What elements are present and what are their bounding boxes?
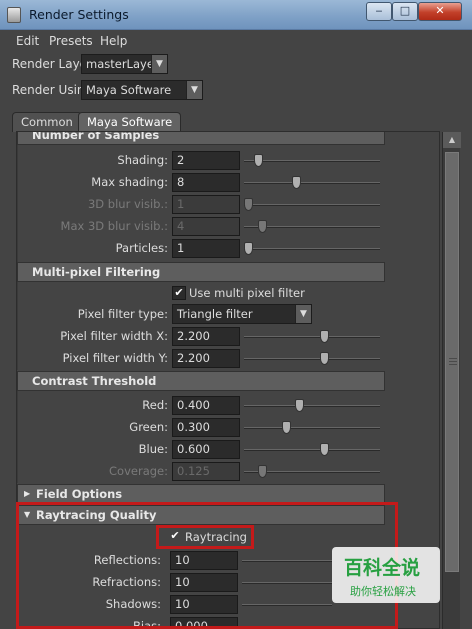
field-input: 1 xyxy=(172,195,240,214)
scroll-up-arrow-icon[interactable]: ▲ xyxy=(443,132,461,148)
slider-thumb[interactable] xyxy=(295,399,304,412)
menu-presets[interactable]: Presets xyxy=(49,34,93,48)
vertical-scrollbar[interactable]: ▲ xyxy=(442,132,461,629)
pixel-filter-width-y-input[interactable]: 2.200 xyxy=(172,349,240,368)
multipixel-body: ✔ Use multi pixel filter Pixel filter ty… xyxy=(17,282,385,370)
pixel-filter-width-x-label: Pixel filter width X: xyxy=(60,329,168,343)
field-slider[interactable] xyxy=(244,154,380,167)
maximize-button[interactable]: □ xyxy=(392,2,418,21)
field-input[interactable]: 1 xyxy=(172,239,240,258)
slider-thumb xyxy=(258,465,267,478)
field-label: Shading: xyxy=(117,153,168,167)
watermark-logo: 百科全说 助你轻松解决 xyxy=(332,547,440,603)
field-slider[interactable] xyxy=(244,399,380,412)
chevron-down-icon: ▼ xyxy=(151,55,167,73)
pixel-filter-width-x-slider[interactable] xyxy=(244,330,380,343)
render-using-value: Maya Software xyxy=(86,83,172,97)
pixel-filter-type-value: Triangle filter xyxy=(177,307,253,321)
field-slider[interactable] xyxy=(244,176,380,189)
field-input[interactable]: 0.600 xyxy=(172,440,240,459)
field-label: Green: xyxy=(129,420,168,434)
use-multi-pixel-filter-checkbox[interactable]: ✔ xyxy=(172,286,186,300)
section-title: Multi-pixel Filtering xyxy=(32,265,161,279)
field-label: Red: xyxy=(142,398,168,412)
section-contrast-threshold[interactable]: Contrast Threshold xyxy=(17,371,385,391)
tab-common[interactable]: Common xyxy=(12,112,82,132)
field-label: Max 3D blur visib.: xyxy=(60,219,168,233)
field-input[interactable]: 0.400 xyxy=(172,396,240,415)
section-title: Contrast Threshold xyxy=(32,374,157,388)
maya-app-icon xyxy=(7,7,21,23)
slider-thumb[interactable] xyxy=(320,330,329,343)
field-input: 0.125 xyxy=(172,462,240,481)
pixel-filter-width-y-slider[interactable] xyxy=(244,352,380,365)
field-slider[interactable] xyxy=(244,443,380,456)
section-multi-pixel-filtering[interactable]: Multi-pixel Filtering xyxy=(17,262,385,282)
slider-thumb[interactable] xyxy=(320,443,329,456)
menu-help[interactable]: Help xyxy=(100,34,127,48)
slider-thumb[interactable] xyxy=(254,154,263,167)
raytracing-checkbox-highlight-box xyxy=(156,525,254,549)
contrast-body: Red: 0.400 Green: 0.300 Blue: 0.600 Coverage: 0… xyxy=(17,391,385,483)
slider-thumb xyxy=(258,220,267,233)
use-multi-pixel-filter-label: Use multi pixel filter xyxy=(189,286,305,300)
menu-bar: Edit Presets Help xyxy=(6,30,466,52)
expand-arrow-icon: ▶ xyxy=(24,489,31,498)
field-label: 3D blur visib.: xyxy=(87,197,168,211)
pixel-filter-width-y-label: Pixel filter width Y: xyxy=(62,351,168,365)
render-layer-dropdown[interactable]: masterLayer ▼ xyxy=(81,54,168,74)
field-slider xyxy=(244,198,380,211)
pixel-filter-width-x-input[interactable]: 2.200 xyxy=(172,327,240,346)
pixel-filter-type-dropdown[interactable]: Triangle filter ▼ xyxy=(172,304,312,324)
section-title: Number of Samples xyxy=(32,131,160,142)
field-input[interactable]: 8 xyxy=(172,173,240,192)
minimize-button[interactable]: ‒ xyxy=(366,2,392,21)
pixel-filter-type-label: Pixel filter type: xyxy=(77,307,168,321)
field-input[interactable]: 2 xyxy=(172,151,240,170)
scrollbar-thumb[interactable] xyxy=(445,152,459,572)
section-field-options[interactable]: ▶ Field Options xyxy=(17,484,385,504)
close-button[interactable]: ✕ xyxy=(418,2,462,21)
field-label: Max shading: xyxy=(91,175,168,189)
section-title: Field Options xyxy=(36,487,123,501)
slider-thumb[interactable] xyxy=(292,176,301,189)
field-slider xyxy=(244,220,380,233)
title-bar: Render Settings ‒ □ ✕ xyxy=(0,0,472,30)
slider-thumb[interactable] xyxy=(244,242,253,255)
field-label: Coverage: xyxy=(109,464,168,478)
samples-body: Shading: 2 Max shading: 8 3D blur visib.: 1 Ma… xyxy=(17,145,385,263)
render-layer-value: masterLayer xyxy=(86,57,159,71)
field-input[interactable]: 0.300 xyxy=(172,418,240,437)
slider-thumb xyxy=(244,198,253,211)
watermark-subtitle: 助你轻松解决 xyxy=(350,585,416,598)
tab-maya-software[interactable]: Maya Software xyxy=(78,112,182,133)
slider-thumb[interactable] xyxy=(282,421,291,434)
slider-thumb[interactable] xyxy=(320,352,329,365)
window-title: Render Settings xyxy=(29,7,129,22)
chevron-down-icon: ▼ xyxy=(295,305,311,323)
field-input: 4 xyxy=(172,217,240,236)
menu-edit[interactable]: Edit xyxy=(16,34,39,48)
field-slider[interactable] xyxy=(244,421,380,434)
field-slider[interactable] xyxy=(244,242,380,255)
chevron-down-icon: ▼ xyxy=(186,81,202,99)
render-using-dropdown[interactable]: Maya Software ▼ xyxy=(81,80,203,100)
field-label: Blue: xyxy=(138,442,168,456)
watermark-title: 百科全说 xyxy=(344,557,421,579)
tab-bar: Common Maya Software xyxy=(6,112,466,133)
field-slider xyxy=(244,465,380,478)
section-number-of-samples[interactable]: Number of Samples xyxy=(17,131,385,145)
render-layer-label: Render Layer xyxy=(12,57,92,71)
field-label: Particles: xyxy=(115,241,168,255)
